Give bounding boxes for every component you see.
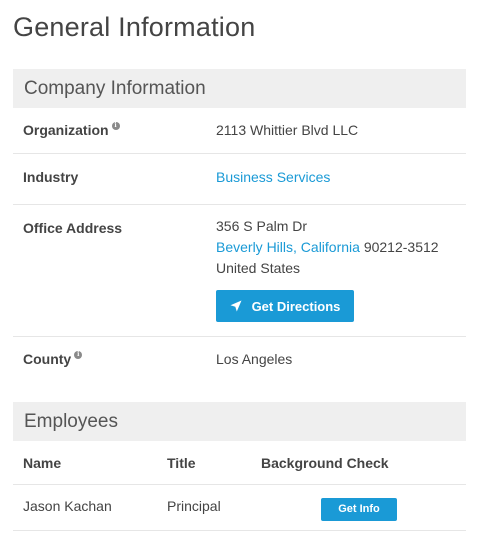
county-row: County i Los Angeles xyxy=(13,337,466,383)
city-link[interactable]: Beverly Hills xyxy=(216,239,293,255)
column-background-check: Background Check xyxy=(261,455,389,471)
employees-header: Employees xyxy=(13,402,466,441)
employee-title: Principal xyxy=(167,498,221,514)
address-country: United States xyxy=(216,260,301,276)
get-directions-button[interactable]: Get Directions xyxy=(216,290,354,322)
get-directions-label: Get Directions xyxy=(251,298,341,314)
county-label-text: County xyxy=(23,351,72,367)
page-title: General Information xyxy=(13,12,256,42)
organization-label: Organization i xyxy=(23,122,120,138)
employee-name: Jason Kachan xyxy=(23,498,112,514)
county-info-icon[interactable]: i xyxy=(74,351,83,359)
table-row: Jason Kachan Principal Get Info xyxy=(13,485,466,531)
county-value: Los Angeles xyxy=(216,351,293,367)
organization-info-icon[interactable]: i xyxy=(111,122,120,130)
organization-label-text: Organization xyxy=(23,122,109,138)
organization-row: Organization i 2113 Whittier Blvd LLC xyxy=(13,108,466,154)
county-label: County i xyxy=(23,351,83,367)
employees-table-header: Name Title Background Check xyxy=(13,441,466,485)
organization-value: 2113 Whittier Blvd LLC xyxy=(216,122,359,138)
address-street: 356 S Palm Dr xyxy=(216,218,308,234)
state-link[interactable]: California xyxy=(301,239,360,255)
address-zip: 90212-3512 xyxy=(359,239,439,255)
column-name: Name xyxy=(23,455,62,471)
column-title: Title xyxy=(167,455,196,471)
navigation-arrow-icon xyxy=(230,300,242,312)
industry-label: Industry xyxy=(23,169,79,185)
office-address-value: 356 S Palm Dr Beverly Hills, California … xyxy=(216,216,439,279)
office-address-label: Office Address xyxy=(23,220,123,236)
address-separator: , xyxy=(293,239,301,255)
address-city-line: Beverly Hills, California 90212-3512 xyxy=(216,237,439,258)
get-info-button[interactable]: Get Info xyxy=(321,498,397,521)
industry-link[interactable]: Business Services xyxy=(216,169,330,185)
company-information-header: Company Information xyxy=(13,69,466,108)
industry-row: Industry Business Services xyxy=(13,154,466,205)
